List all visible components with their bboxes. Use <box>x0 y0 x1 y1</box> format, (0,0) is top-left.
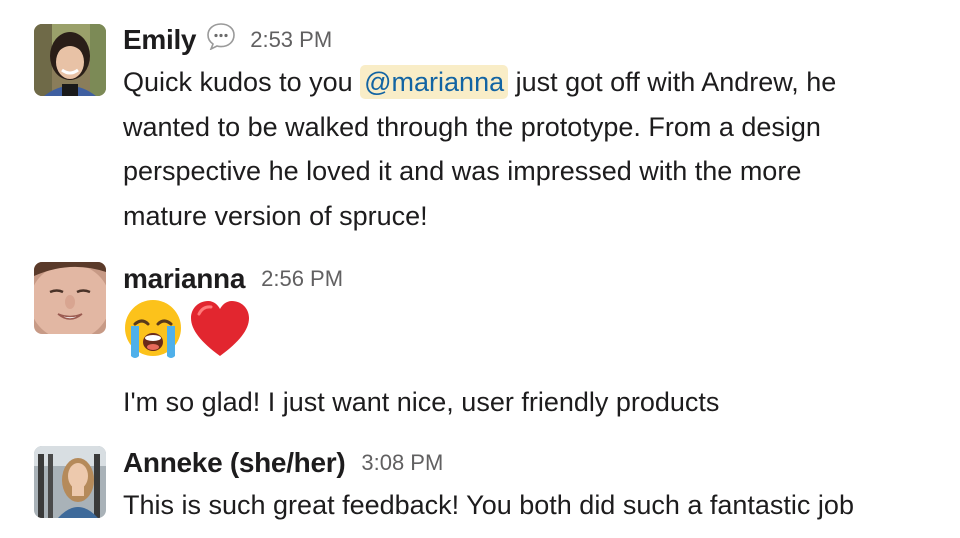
speech-bubble-icon[interactable] <box>206 22 236 55</box>
avatar-marianna-image <box>34 262 106 334</box>
message-text-segment: Quick kudos to you <box>123 67 361 97</box>
avatar-anneke-image <box>34 446 106 518</box>
message-line: mature version of spruce! <box>123 200 428 231</box>
loudly-crying-face-icon <box>123 298 183 365</box>
message-line: perspective he loved it and was impresse… <box>123 156 802 186</box>
timestamp[interactable]: 2:56 PM <box>261 266 343 292</box>
avatar-emily-image <box>34 24 106 96</box>
message-marianna: marianna 2:56 PM I'm so glad! I just wan… <box>0 250 960 430</box>
sender-name[interactable]: Emily <box>123 24 197 56</box>
message-text: I'm so glad! I just want nice, user frie… <box>123 387 720 417</box>
avatar-marianna[interactable] <box>34 262 106 334</box>
user-mention[interactable]: @marianna <box>360 65 509 99</box>
avatar-anneke[interactable] <box>34 446 106 518</box>
sender-name[interactable]: marianna <box>123 263 245 295</box>
message-line: Quick kudos to you @marianna just got of… <box>123 60 943 105</box>
timestamp[interactable]: 2:53 PM <box>250 27 332 53</box>
avatar-emily[interactable] <box>34 24 106 96</box>
message-header: Emily 2:53 PM <box>123 20 332 60</box>
message-header: marianna 2:56 PM <box>123 259 343 299</box>
message-anneke: Anneke (she/her) 3:08 PM This is such gr… <box>0 430 960 538</box>
message-line: wanted to be walked through the prototyp… <box>123 111 821 142</box>
timestamp[interactable]: 3:08 PM <box>361 450 443 476</box>
message-text: Quick kudos to you @marianna just got of… <box>123 60 943 238</box>
emoji-row <box>123 298 251 365</box>
message-header: Anneke (she/her) 3:08 PM <box>123 443 443 483</box>
message-text-segment: just got off with Andrew, he <box>508 67 837 97</box>
sender-name[interactable]: Anneke (she/her) <box>123 447 346 479</box>
red-heart-icon <box>189 298 251 365</box>
message-text: This is such great feedback! You both di… <box>123 490 854 520</box>
message-emily: Emily 2:53 PM Quick kudos to you @marian… <box>0 0 960 250</box>
